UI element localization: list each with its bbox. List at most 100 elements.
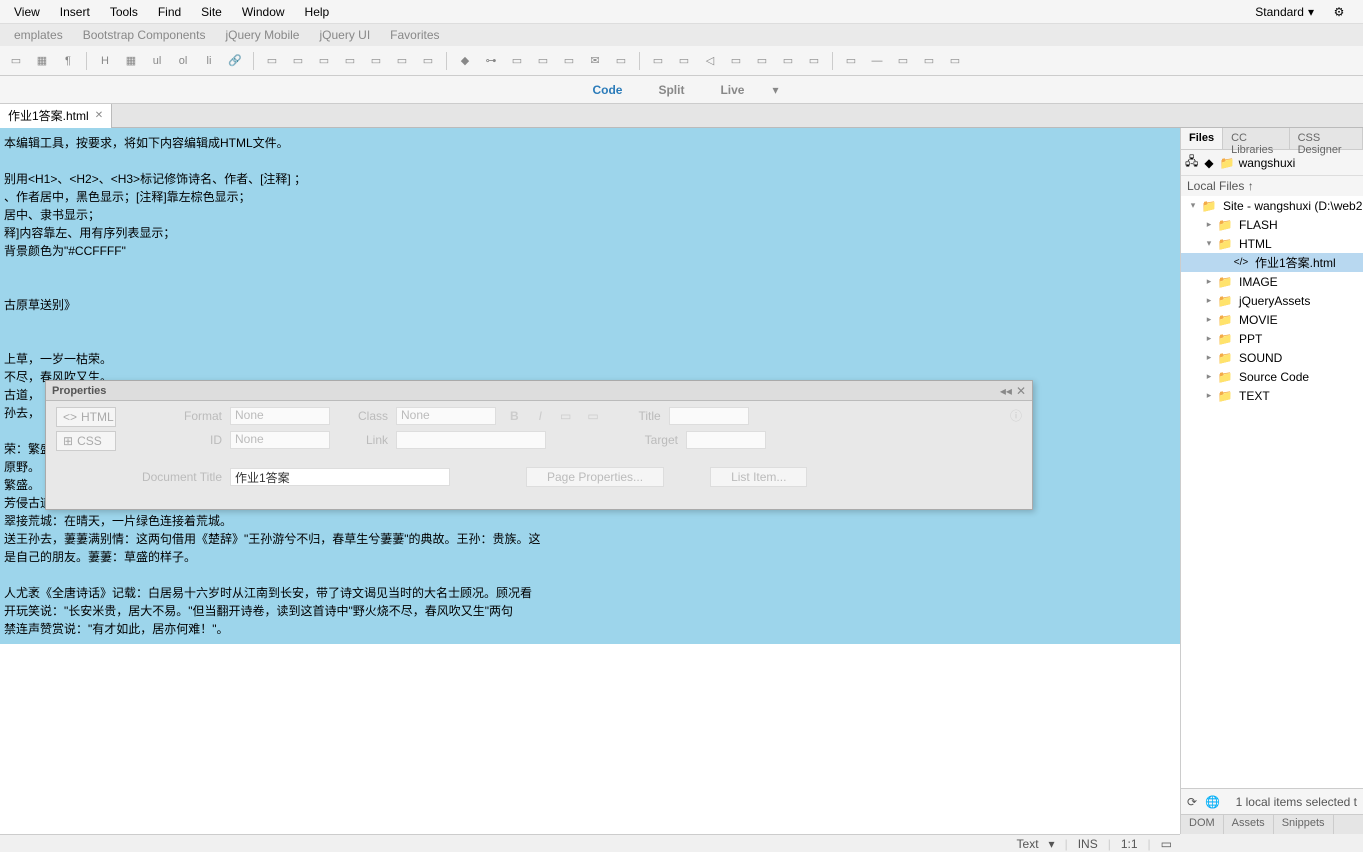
workspace-switcher[interactable]: Standard ▾ (1248, 2, 1321, 22)
footer-icon[interactable]: ▭ (416, 49, 440, 73)
properties-titlebar[interactable]: Properties ◂◂ ✕ (46, 381, 1032, 401)
nbsp-icon[interactable]: ▭ (917, 49, 941, 73)
properties-css-tab[interactable]: ⊞ CSS (56, 431, 116, 451)
tab-snippets[interactable]: Snippets (1274, 815, 1334, 834)
sec-templates[interactable]: emplates (4, 26, 73, 44)
id-select[interactable]: None (230, 431, 330, 449)
char-icon[interactable]: ▭ (943, 49, 967, 73)
help-icon[interactable]: ⓘ (1010, 409, 1022, 423)
tree-row[interactable]: </>作业1答案.html (1181, 253, 1363, 272)
format-select[interactable]: None (230, 407, 330, 425)
tree-arrow-icon[interactable]: ▸ (1203, 219, 1215, 230)
page-properties-button[interactable]: Page Properties... (526, 467, 664, 487)
connect-icon[interactable]: 🖧 (1185, 152, 1198, 173)
script-icon[interactable]: ▭ (557, 49, 581, 73)
main-icon[interactable]: ▭ (312, 49, 336, 73)
tree-arrow-icon[interactable]: ▸ (1203, 371, 1215, 382)
keywords-icon[interactable]: ⊶ (479, 49, 503, 73)
meta-icon[interactable]: ◆ (453, 49, 477, 73)
chevron-down-icon[interactable]: ▾ (772, 83, 778, 97)
chevron-down-icon[interactable]: ▾ (1049, 837, 1055, 851)
tree-row[interactable]: ▸📁IMAGE (1181, 272, 1363, 291)
rollover-icon[interactable]: ▭ (802, 49, 826, 73)
indent-icon[interactable]: ▭ (556, 409, 575, 423)
status-text[interactable]: Text (1017, 837, 1039, 851)
menu-help[interactable]: Help (295, 1, 340, 23)
hyperlink-icon[interactable]: 🔗 (223, 49, 247, 73)
tree-arrow-icon[interactable]: ▸ (1203, 314, 1215, 325)
html5-video-icon[interactable]: ▭ (609, 49, 633, 73)
view-code[interactable]: Code (584, 79, 630, 101)
properties-html-tab[interactable]: <> HTML (56, 407, 116, 427)
overlay-icon[interactable]: ▭ (1161, 837, 1172, 851)
tree-arrow-icon[interactable]: ▾ (1203, 238, 1215, 249)
sec-jqmobile[interactable]: jQuery Mobile (215, 26, 309, 44)
tree-arrow-icon[interactable]: ▸ (1203, 276, 1215, 287)
italic-icon[interactable]: I (533, 409, 548, 423)
plugin-icon[interactable]: ▭ (776, 49, 800, 73)
nav-icon[interactable]: ▭ (286, 49, 310, 73)
tree-row[interactable]: ▸📁SOUND (1181, 348, 1363, 367)
article-icon[interactable]: ▭ (364, 49, 388, 73)
close-icon[interactable]: ✕ (1016, 384, 1026, 398)
flash-swf-icon[interactable]: ▭ (724, 49, 748, 73)
tab-files[interactable]: Files (1181, 128, 1223, 149)
aside-icon[interactable]: ▭ (338, 49, 362, 73)
header-icon[interactable]: ▭ (260, 49, 284, 73)
animate-icon[interactable]: ▭ (672, 49, 696, 73)
sec-jqui[interactable]: jQuery UI (309, 26, 380, 44)
close-icon[interactable]: ✕ (95, 110, 103, 121)
tree-arrow-icon[interactable]: ▸ (1203, 352, 1215, 363)
target-input[interactable] (686, 431, 766, 449)
menu-find[interactable]: Find (148, 1, 191, 23)
tree-row[interactable]: ▸📁Source Code (1181, 367, 1363, 386)
sec-favorites[interactable]: Favorites (380, 26, 449, 44)
tree-row[interactable]: ▸📁FLASH (1181, 215, 1363, 234)
heading-icon[interactable]: H (93, 49, 117, 73)
sync-settings-button[interactable]: ⚙ (1329, 2, 1349, 22)
site-dropdown[interactable]: 📁 wangshuxi (1220, 156, 1296, 170)
paragraph-icon[interactable]: ¶ (56, 49, 80, 73)
tree-row[interactable]: ▸📁jQueryAssets (1181, 291, 1363, 310)
tree-row[interactable]: ▾📁HTML (1181, 234, 1363, 253)
tree-row[interactable]: ▾📁Site - wangshuxi (D:\web2 (1181, 196, 1363, 215)
view-split[interactable]: Split (650, 79, 692, 101)
email-icon[interactable]: ✉ (583, 49, 607, 73)
link-input[interactable] (396, 431, 546, 449)
hr-icon[interactable]: — (865, 49, 889, 73)
tree-arrow-icon[interactable]: ▸ (1203, 295, 1215, 306)
doc-title-input[interactable] (230, 468, 450, 486)
tree-row[interactable]: ▸📁MOVIE (1181, 310, 1363, 329)
tree-row[interactable]: ▸📁TEXT (1181, 386, 1363, 405)
tree-arrow-icon[interactable]: ▸ (1203, 390, 1215, 401)
document-tab[interactable]: 作业1答案.html ✕ (0, 104, 112, 128)
globe-icon[interactable]: 🌐 (1205, 795, 1220, 809)
description-icon[interactable]: ▭ (505, 49, 529, 73)
menu-window[interactable]: Window (232, 1, 295, 23)
title-input[interactable] (669, 407, 749, 425)
status-ins[interactable]: INS (1078, 837, 1098, 851)
tree-arrow-icon[interactable]: ▾ (1187, 200, 1199, 211)
tab-dom[interactable]: DOM (1181, 815, 1224, 834)
iframe-icon[interactable]: ▭ (839, 49, 863, 73)
html5-audio-icon[interactable]: ◁ (698, 49, 722, 73)
bold-icon[interactable]: B (504, 409, 525, 423)
image-icon[interactable]: ▦ (30, 49, 54, 73)
class-select[interactable]: None (396, 407, 496, 425)
outdent-icon[interactable]: ▭ (583, 409, 602, 423)
sync-icon[interactable]: ◆ (1204, 156, 1213, 170)
date-icon[interactable]: ▭ (891, 49, 915, 73)
viewport-icon[interactable]: ▭ (531, 49, 555, 73)
menu-tools[interactable]: Tools (100, 1, 148, 23)
menu-insert[interactable]: Insert (50, 1, 100, 23)
canvas-icon[interactable]: ▭ (646, 49, 670, 73)
li-icon[interactable]: li (197, 49, 221, 73)
tree-arrow-icon[interactable]: ▸ (1203, 333, 1215, 344)
file-tree[interactable]: ▾📁Site - wangshuxi (D:\web2▸📁FLASH▾📁HTML… (1181, 196, 1363, 788)
collapse-icon[interactable]: ◂◂ (1000, 384, 1012, 398)
tab-cssdesigner[interactable]: CSS Designer (1290, 128, 1363, 149)
ol-icon[interactable]: ol (171, 49, 195, 73)
list-item-button[interactable]: List Item... (710, 467, 807, 487)
ul-icon[interactable]: ul (145, 49, 169, 73)
tab-assets[interactable]: Assets (1224, 815, 1274, 834)
